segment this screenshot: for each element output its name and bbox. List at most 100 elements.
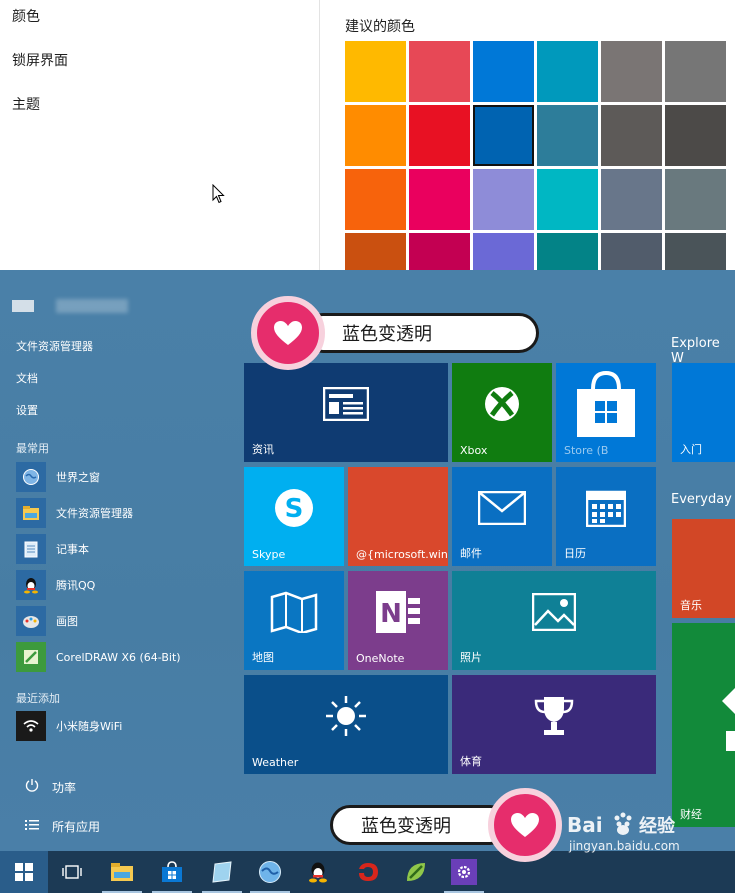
tile-store-label: Store (B [564,444,609,457]
finance-chart-icon [672,623,735,809]
color-swatch[interactable] [537,169,598,230]
annotation-text-bottom: 蓝色变透明 [330,805,510,845]
settings-panel: 颜色 锁屏界面 主题 建议的颜色 [0,0,735,272]
tile-group-explore-title: Explore W [671,336,720,366]
color-swatch[interactable] [473,169,534,230]
taskbar-settings[interactable] [440,851,488,893]
tile-mail[interactable]: 邮件 [452,467,552,566]
settings-item-lockscreen[interactable]: 锁屏界面 [12,50,68,70]
app-item-label: 世界之窗 [56,471,100,484]
app-item-label: 文件资源管理器 [56,507,133,520]
color-swatch[interactable] [473,233,534,272]
taskbar-game[interactable] [344,851,392,893]
color-swatch[interactable] [345,169,406,230]
heart-icon [488,788,562,862]
xbox-icon [452,363,552,444]
app-item[interactable]: 腾讯QQ [16,570,236,600]
start-place-documents[interactable]: 文档 [16,370,38,386]
color-swatch[interactable] [601,41,662,102]
tile-calendar[interactable]: 日历 [556,467,656,566]
globe-icon [16,462,46,492]
start-place-settings[interactable]: 设置 [16,402,38,418]
tile-music-label: 音乐 [680,599,702,612]
color-swatch[interactable] [665,105,726,166]
tile-photos-label: 照片 [460,651,482,664]
color-swatch[interactable] [665,41,726,102]
app-item-label: 画图 [56,615,78,628]
color-swatch[interactable] [409,41,470,102]
taskbar-file-explorer[interactable] [98,851,146,893]
calendar-icon [556,467,656,548]
settings-tile [451,859,477,885]
wifi-icon [16,711,46,741]
taskbar-qq[interactable] [294,851,342,893]
tile-xbox[interactable]: Xbox [452,363,552,462]
color-swatch[interactable] [409,169,470,230]
tile-xbox-label: Xbox [460,444,488,457]
user-avatar[interactable] [12,300,34,312]
power-button[interactable]: 功率 [24,778,76,796]
store-bag-icon [556,363,656,444]
color-swatch[interactable] [601,169,662,230]
settings-item-themes[interactable]: 主题 [12,94,40,114]
start-button[interactable] [0,851,48,893]
tile-sports-label: 体育 [460,755,482,768]
app-item[interactable]: 文件资源管理器 [16,498,236,528]
tile-get-started[interactable]: 入门 [672,363,735,462]
tile-msn-label: @{microsoft.win [356,548,448,561]
color-swatch[interactable] [345,233,406,272]
color-swatch[interactable] [345,105,406,166]
tile-maps[interactable]: 地图 [244,571,344,670]
settings-divider [319,0,320,272]
tile-news-label: 资讯 [252,443,274,456]
taskbar-store[interactable] [148,851,196,893]
tile-photos[interactable]: 照片 [452,571,656,670]
game-logo-icon [359,863,378,881]
tile-sports[interactable]: 体育 [452,675,656,774]
app-item[interactable]: 画图 [16,606,236,636]
tile-news[interactable]: 资讯 [244,363,448,462]
all-apps-label: 所有应用 [52,820,101,834]
color-swatch[interactable] [537,233,598,272]
watermark-url: jingyan.baidu.com [568,839,680,853]
tile-weather[interactable]: Weather [244,675,448,774]
color-swatch[interactable] [473,41,534,102]
tile-store[interactable]: Store (B [556,363,656,462]
color-swatch[interactable] [601,233,662,272]
app-item[interactable]: 小米随身WiFi [16,711,236,741]
store-bag-icon [162,861,182,882]
tile-onenote[interactable]: N OneNote [348,571,448,670]
color-swatch[interactable] [537,41,598,102]
color-swatch[interactable] [473,105,534,166]
watermark-brand-cn: 经验 [639,815,676,837]
color-swatch[interactable] [665,233,726,272]
color-swatch[interactable] [409,105,470,166]
taskbar-coreldraw[interactable] [392,851,440,893]
taskbar-browser[interactable] [246,851,294,893]
color-swatch[interactable] [665,169,726,230]
all-apps-button[interactable]: 所有应用 [24,818,100,835]
tile-maps-label: 地图 [252,651,274,664]
taskbar-notepad[interactable] [198,851,246,893]
recently-added-header: 最近添加 [16,692,60,705]
app-item[interactable]: 记事本 [16,534,236,564]
color-swatch[interactable] [537,105,598,166]
color-swatch[interactable] [345,41,406,102]
tile-msn[interactable]: @{microsoft.win [348,467,448,566]
tile-finance[interactable]: 财经 [672,623,735,827]
tile-music[interactable]: 音乐 [672,519,735,618]
task-view-button[interactable] [48,851,96,893]
tile-onenote-label: OneNote [356,652,405,665]
sun-icon [244,675,448,756]
watermark-brand: Bai [567,813,603,837]
settings-item-colors[interactable]: 颜色 [12,6,40,26]
app-item-label: 腾讯QQ [56,579,96,592]
start-place-file-explorer[interactable]: 文件资源管理器 [16,338,93,354]
color-swatch[interactable] [601,105,662,166]
mouse-cursor-icon [212,184,225,204]
tile-calendar-label: 日历 [564,547,586,560]
tile-skype[interactable]: S Skype [244,467,344,566]
app-item[interactable]: 世界之窗 [16,462,236,492]
app-item[interactable]: CorelDRAW X6 (64-Bit) [16,642,236,672]
color-swatch[interactable] [409,233,470,272]
